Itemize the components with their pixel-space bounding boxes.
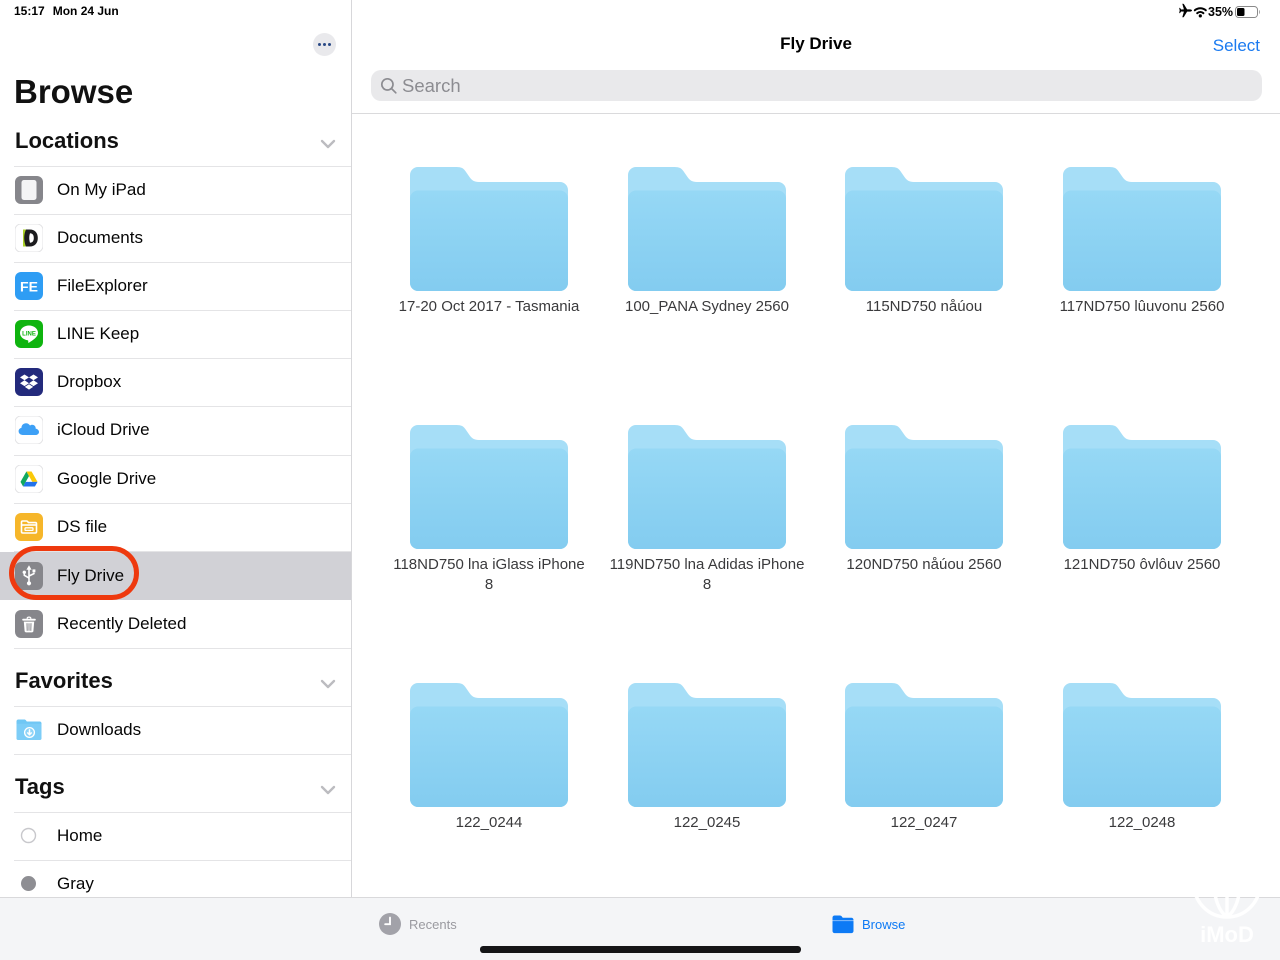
svg-text:35%: 35% <box>1208 5 1233 19</box>
svg-text:iMoD: iMoD <box>1200 922 1254 947</box>
svg-text:FE: FE <box>20 279 38 295</box>
svg-text:LINE: LINE <box>22 332 36 338</box>
